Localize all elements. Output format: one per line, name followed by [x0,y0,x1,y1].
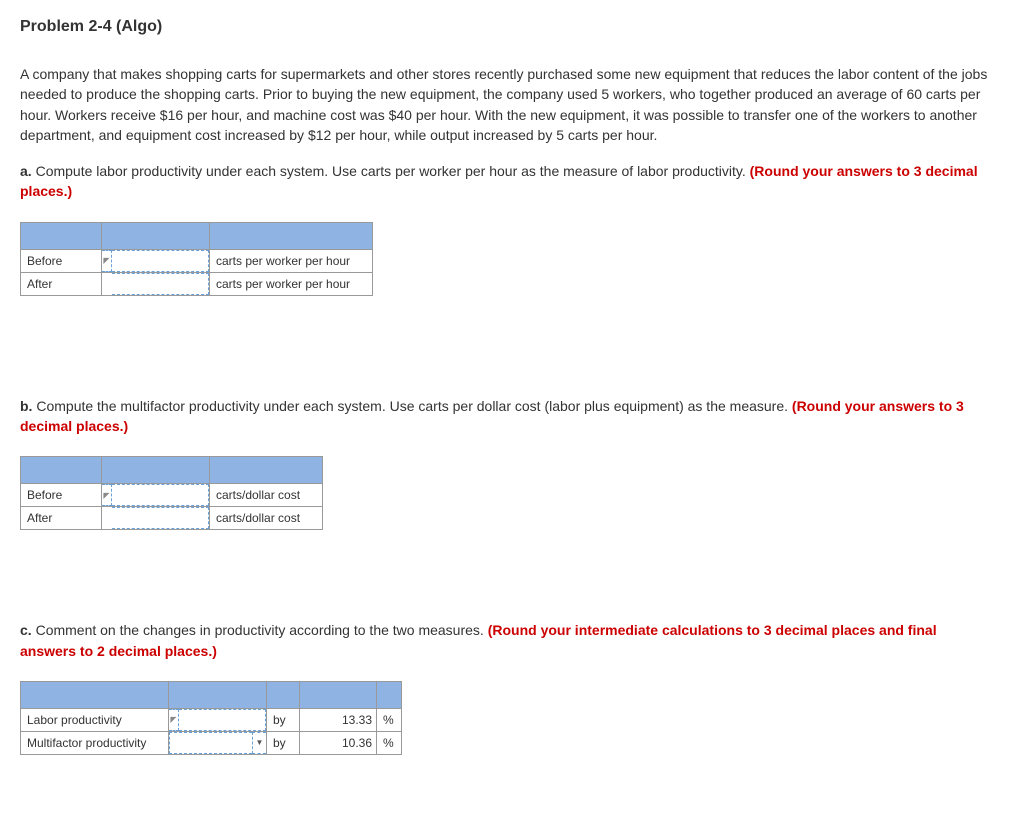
row-label-multifactor: Multifactor productivity [21,731,169,754]
labor-change-input[interactable]: ◤ [169,709,266,731]
caret-icon: ◤ [169,709,179,731]
row-label-labor: Labor productivity [21,708,169,731]
row-unit: carts per worker per hour [210,249,373,272]
table-row: Before ◤ carts/dollar cost [21,484,323,507]
row-label-after: After [21,507,102,530]
part-c-text: Comment on the changes in productivity a… [32,622,488,638]
by-label: by [267,708,300,731]
part-b-label: b. [20,398,32,414]
by-label: by [267,731,300,754]
after-multifactor-input[interactable]: ◤ [102,507,209,529]
multifactor-change-select[interactable]: ▼ [169,732,266,754]
table-row: Labor productivity ◤ by 13.33 % [21,708,402,731]
caret-icon: ◤ [102,484,112,506]
part-a-text: Compute labor productivity under each sy… [32,163,750,179]
chevron-down-icon: ▼ [252,732,266,754]
caret-icon: ◤ [102,250,112,272]
part-b-question: b. Compute the multifactor productivity … [20,396,990,437]
before-labor-input[interactable]: ◤ [102,250,209,272]
part-a-table: Before ◤ carts per worker per hour After… [20,222,373,296]
part-a-label: a. [20,163,32,179]
multifactor-change-value: 10.36 [300,731,377,754]
table-row: Before ◤ carts per worker per hour [21,249,373,272]
part-b-table: Before ◤ carts/dollar cost After ◤ carts… [20,456,323,530]
part-b-text: Compute the multifactor productivity und… [32,398,791,414]
part-c-table: Labor productivity ◤ by 13.33 % Multifac… [20,681,402,755]
row-unit: carts/dollar cost [210,484,323,507]
table-row: Multifactor productivity ▼ by 10.36 % [21,731,402,754]
after-labor-input[interactable]: ◤ [102,273,209,295]
table-row: After ◤ carts/dollar cost [21,507,323,530]
row-unit: carts per worker per hour [210,272,373,295]
percent-label: % [377,731,402,754]
part-a-question: a. Compute labor productivity under each… [20,161,990,202]
problem-title: Problem 2-4 (Algo) [20,18,990,36]
row-label-before: Before [21,484,102,507]
row-unit: carts/dollar cost [210,507,323,530]
labor-change-value: 13.33 [300,708,377,731]
row-label-after: After [21,272,102,295]
percent-label: % [377,708,402,731]
row-label-before: Before [21,249,102,272]
table-row: After ◤ carts per worker per hour [21,272,373,295]
problem-intro: A company that makes shopping carts for … [20,64,990,145]
part-c-label: c. [20,622,32,638]
before-multifactor-input[interactable]: ◤ [102,484,209,506]
part-c-question: c. Comment on the changes in productivit… [20,620,990,661]
